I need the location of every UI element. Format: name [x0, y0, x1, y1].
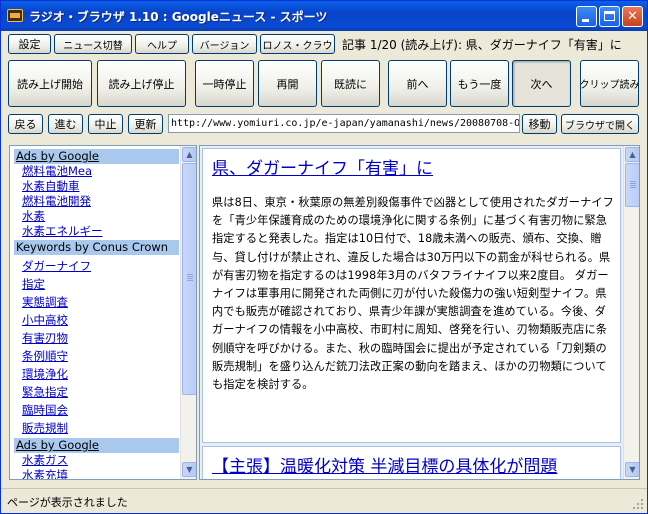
stop-button[interactable]: 中止 [88, 114, 123, 134]
article-status-label: 記事 1/20 (読み上げ): 県、ダガーナイフ「有害」に [342, 38, 622, 52]
open-in-browser-button[interactable]: ブラウザで開く [561, 114, 639, 134]
ad-link[interactable]: 水素ガス [14, 453, 181, 468]
ad-link[interactable]: 燃料電池開発 [14, 194, 181, 209]
keyword-link[interactable]: 小中高校 [14, 311, 181, 329]
pause-button[interactable]: 一時停止 [195, 60, 254, 107]
help-button[interactable]: ヘルプ [135, 34, 189, 54]
minimize-button[interactable] [576, 6, 597, 27]
start-reading-button[interactable]: 読み上げ開始 [8, 60, 92, 107]
article-title-link[interactable]: 【主張】温暖化対策 半減目標の具体化が問題 [212, 452, 557, 477]
article-scrollbar[interactable]: ▲ ▼ [623, 146, 639, 479]
keyword-link[interactable]: 緊急指定 [14, 383, 181, 401]
again-button[interactable]: もう一度 [450, 60, 509, 107]
keyword-link[interactable]: 販売規制 [14, 419, 181, 437]
ad-link[interactable]: 燃料電池Mea [14, 164, 181, 179]
keyword-link[interactable]: 条例順守 [14, 347, 181, 365]
scroll-thumb[interactable] [625, 163, 639, 207]
ads-header: Ads by Google [14, 149, 179, 164]
app-window: ラジオ・ブラウザ 1.10 : Googleニュース - スポーツ ✕ 設定 ニ… [0, 0, 648, 514]
article-pane: 県、ダガーナイフ「有害」に 県は8日、東京・秋葉原の無差別殺傷事件で凶器として使… [199, 145, 640, 480]
keyword-link[interactable]: 臨時国会 [14, 401, 181, 419]
title-bar[interactable]: ラジオ・ブラウザ 1.10 : Googleニュース - スポーツ ✕ [1, 1, 647, 31]
article-body: 県は8日、東京・秋葉原の無差別殺傷事件で凶器として使用されたダガーナイフを「青少… [212, 196, 614, 392]
scroll-thumb[interactable] [182, 163, 196, 395]
ads-header: Ads by Google [14, 438, 179, 453]
chronos-crown-button[interactable]: クロノス・クラウン [260, 34, 335, 54]
ad-link[interactable]: 水素充填 [14, 468, 181, 479]
next-button[interactable]: 次へ [512, 60, 571, 107]
settings-button[interactable]: 設定 [8, 34, 51, 54]
ad-link[interactable]: 水素エネルギー [14, 224, 181, 239]
article-card: 県、ダガーナイフ「有害」に 県は8日、東京・秋葉原の無差別殺傷事件で凶器として使… [202, 148, 621, 443]
move-button[interactable]: 移動 [522, 114, 557, 134]
article-title-link[interactable]: 県、ダガーナイフ「有害」に [212, 154, 433, 179]
status-text: ページが表示されました [7, 496, 128, 509]
url-field[interactable]: http://www.yomiuri.co.jp/e-japan/yamanas… [168, 114, 520, 133]
mark-read-button[interactable]: 既読に [321, 60, 380, 107]
scroll-down-arrow-icon[interactable]: ▼ [625, 462, 639, 477]
keyword-link[interactable]: 環境浄化 [14, 365, 181, 383]
sidebar-content: Ads by Google 燃料電池Mea 水素自動車 燃料電池開発 水素 水素… [10, 146, 181, 479]
keyword-link[interactable]: 指定 [14, 275, 181, 293]
keywords-header: Keywords by Conus Crown [14, 240, 179, 255]
refresh-button[interactable]: 更新 [128, 114, 163, 134]
sidebar-pane: Ads by Google 燃料電池Mea 水素自動車 燃料電池開発 水素 水素… [9, 145, 197, 480]
radio-icon [7, 9, 23, 22]
scroll-up-arrow-icon[interactable]: ▲ [625, 147, 639, 162]
ads-header-link[interactable]: Ads by Google [16, 438, 99, 452]
news-switch-button[interactable]: ニュース切替 [54, 34, 132, 54]
forward-button[interactable]: 進む [48, 114, 83, 134]
keyword-link[interactable]: 実態調査 [14, 293, 181, 311]
stop-reading-button[interactable]: 読み上げ停止 [97, 60, 186, 107]
close-button[interactable]: ✕ [622, 6, 643, 27]
article-card: 【主張】温暖化対策 半減目標の具体化が問題 [202, 446, 621, 479]
keyword-link[interactable]: ダガーナイフ [14, 257, 181, 275]
close-icon: ✕ [627, 9, 638, 24]
minimize-icon [582, 19, 589, 22]
sidebar-scrollbar[interactable]: ▲ ▼ [180, 146, 196, 479]
version-button[interactable]: バージョン [192, 34, 257, 54]
prev-button[interactable]: 前へ [388, 60, 447, 107]
resume-button[interactable]: 再開 [258, 60, 317, 107]
back-button[interactable]: 戻る [8, 114, 43, 134]
ad-link[interactable]: 水素自動車 [14, 179, 181, 194]
scroll-up-arrow-icon[interactable]: ▲ [182, 147, 196, 162]
ads-header-link[interactable]: Ads by Google [16, 149, 99, 163]
maximize-button[interactable] [599, 6, 620, 27]
scroll-down-arrow-icon[interactable]: ▼ [182, 462, 196, 477]
status-bar: ページが表示されました [1, 488, 647, 513]
maximize-icon [604, 11, 615, 21]
keyword-link[interactable]: 有害刃物 [14, 329, 181, 347]
window-title: ラジオ・ブラウザ 1.10 : Googleニュース - スポーツ [29, 10, 328, 24]
clip-read-button[interactable]: クリップ読み [580, 60, 639, 107]
resize-grip-icon[interactable] [633, 499, 645, 511]
ad-link[interactable]: 水素 [14, 209, 181, 224]
